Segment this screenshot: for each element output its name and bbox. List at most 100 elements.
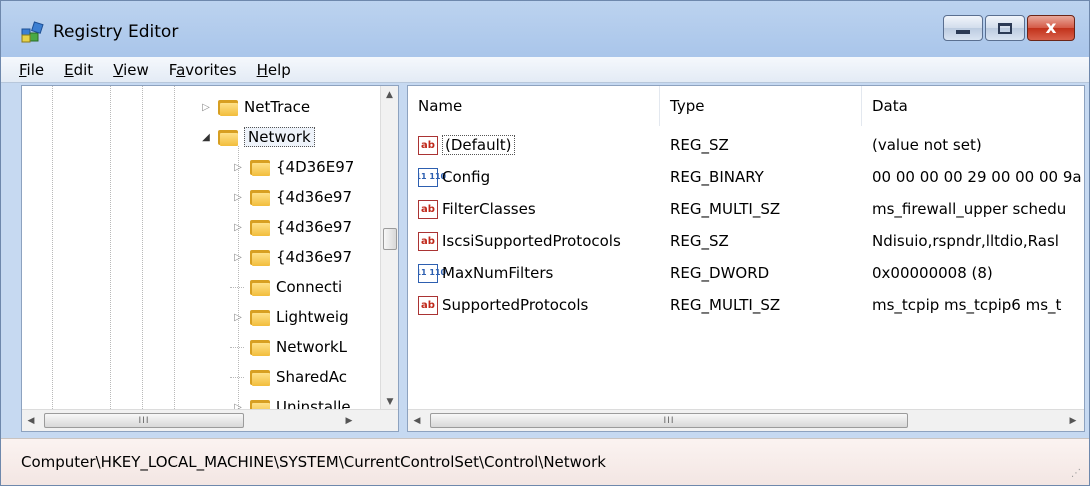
folder-icon bbox=[250, 248, 270, 266]
window-title: Registry Editor bbox=[53, 22, 179, 42]
registry-editor-app-icon bbox=[21, 21, 44, 43]
list-horizontal-scroll-thumb[interactable]: III bbox=[430, 413, 908, 428]
maximize-icon bbox=[986, 16, 1024, 40]
value-row[interactable]: ab IscsiSupportedProtocols REG_SZ Ndisuio,r… bbox=[408, 226, 1068, 256]
value-row[interactable]: ab (Default) REG_SZ (value not set) bbox=[408, 130, 1068, 160]
value-name-cell[interactable]: 011 110MaxNumFilters bbox=[418, 258, 660, 288]
column-header-type[interactable]: Type bbox=[660, 86, 862, 126]
scroll-up-icon[interactable]: ▲ bbox=[381, 86, 398, 104]
maximize-button[interactable] bbox=[985, 15, 1025, 41]
minimize-button[interactable] bbox=[943, 15, 983, 41]
list-horizontal-scrollbar[interactable]: ◀ III ▶ bbox=[408, 409, 1084, 431]
menu-edit[interactable]: Edit bbox=[64, 61, 93, 79]
value-name: FilterClasses bbox=[442, 200, 536, 218]
scroll-left-icon[interactable]: ◀ bbox=[408, 410, 426, 431]
tree-connector bbox=[230, 377, 244, 378]
value-name: SupportedProtocols bbox=[442, 296, 589, 314]
folder-icon bbox=[250, 278, 270, 296]
column-header-data[interactable]: Data bbox=[862, 86, 1084, 126]
tree-item-label: Lightweig bbox=[276, 308, 349, 326]
tree-guide-line bbox=[174, 86, 175, 409]
status-bar: Computer\HKEY_LOCAL_MACHINE\SYSTEM\Curre… bbox=[1, 438, 1089, 485]
minimize-icon bbox=[944, 16, 982, 40]
value-type-cell: REG_SZ bbox=[670, 136, 729, 154]
value-row[interactable]: 011 110MaxNumFilters REG_DWORD 0x00000008 … bbox=[408, 258, 1068, 288]
values-list-pane[interactable]: Name Type Data ab (Default) REG_SZ (value n… bbox=[407, 85, 1085, 432]
menu-file[interactable]: File bbox=[19, 61, 44, 79]
value-row[interactable]: ab SupportedProtocols REG_MULTI_SZ ms_tcpip… bbox=[408, 290, 1068, 320]
value-name-cell[interactable]: ab (Default) bbox=[418, 130, 660, 160]
tree-vertical-scroll-thumb[interactable] bbox=[383, 228, 397, 250]
binary-value-icon: 011 110 bbox=[418, 263, 446, 283]
tree-item[interactable]: ▷ {4d36e97 bbox=[232, 182, 352, 212]
tree-item[interactable]: ◢ Network bbox=[200, 122, 315, 152]
menu-help[interactable]: Help bbox=[257, 61, 291, 79]
tree-item[interactable]: SharedAc bbox=[230, 362, 348, 392]
value-row[interactable]: ab FilterClasses REG_MULTI_SZ ms_firewall_u… bbox=[408, 194, 1068, 224]
resize-grip-icon[interactable]: ⋰ bbox=[1071, 468, 1081, 479]
expand-icon[interactable]: ▷ bbox=[232, 162, 244, 173]
status-path: Computer\HKEY_LOCAL_MACHINE\SYSTEM\Curre… bbox=[21, 453, 606, 471]
scroll-right-icon[interactable]: ▶ bbox=[340, 410, 358, 431]
folder-icon bbox=[250, 188, 270, 206]
value-data-cell: 0x00000008 (8) bbox=[872, 264, 993, 282]
value-name-cell[interactable]: ab SupportedProtocols bbox=[418, 290, 660, 320]
tree-item-label: {4d36e97 bbox=[276, 218, 353, 236]
expand-icon[interactable]: ▷ bbox=[232, 312, 244, 323]
tree-item-label: SharedAc bbox=[276, 368, 348, 386]
string-value-icon: ab bbox=[418, 135, 438, 155]
tree-item[interactable]: ▷ {4d36e97 bbox=[232, 242, 352, 272]
tree-item-label: NetworkL bbox=[276, 338, 347, 356]
expand-icon[interactable]: ▷ bbox=[232, 252, 244, 263]
collapse-icon[interactable]: ◢ bbox=[200, 132, 212, 143]
value-row[interactable]: 011 110Config REG_BINARY 00 00 00 00 29 00… bbox=[408, 162, 1082, 192]
menu-favorites[interactable]: Favorites bbox=[169, 61, 237, 79]
menu-bar: File Edit View Favorites Help bbox=[1, 57, 1089, 83]
value-data-cell: 00 00 00 00 29 00 00 00 9a bbox=[872, 168, 1082, 186]
tree-item-label: {4d36e97 bbox=[276, 188, 353, 206]
expand-icon[interactable]: ▷ bbox=[232, 192, 244, 203]
value-data-cell: Ndisuio,rspndr,lltdio,Rasl bbox=[872, 232, 1059, 250]
tree-guide-line bbox=[52, 86, 53, 409]
key-tree-pane[interactable]: ▷ NetTrace ◢ Network ▷ {4D36E97 ▷ {4d36e97 ▷ {4d3… bbox=[21, 85, 399, 432]
tree-item[interactable]: NetworkL bbox=[230, 332, 347, 362]
tree-guide-line bbox=[142, 86, 143, 409]
scroll-left-icon[interactable]: ◀ bbox=[22, 410, 40, 431]
value-name-cell[interactable]: 011 110Config bbox=[418, 162, 660, 192]
tree-vertical-scrollbar[interactable]: ▲ ▼ bbox=[380, 86, 398, 411]
value-type-cell: REG_DWORD bbox=[670, 264, 770, 282]
tree-item[interactable]: Connecti bbox=[230, 272, 342, 302]
value-name-cell[interactable]: ab IscsiSupportedProtocols bbox=[418, 226, 660, 256]
string-value-icon: ab bbox=[418, 295, 438, 315]
tree-item-label: {4D36E97 bbox=[276, 158, 355, 176]
value-name: Config bbox=[442, 168, 491, 186]
tree-connector bbox=[230, 347, 244, 348]
value-data-cell: ms_tcpip ms_tcpip6 ms_t bbox=[872, 296, 1062, 314]
title-bar[interactable]: Registry Editor x bbox=[1, 1, 1089, 57]
tree-connector bbox=[230, 287, 244, 288]
tree-item[interactable]: ▷ NetTrace bbox=[200, 92, 310, 122]
value-data-cell: ms_firewall_upper schedu bbox=[872, 200, 1067, 218]
scroll-right-icon[interactable]: ▶ bbox=[1064, 410, 1082, 431]
tree-horizontal-scrollbar[interactable]: ◀ III ▶ bbox=[22, 409, 398, 431]
expand-icon[interactable]: ▷ bbox=[200, 102, 212, 113]
tree-item[interactable]: ▷ Lightweig bbox=[232, 302, 349, 332]
folder-icon bbox=[218, 128, 238, 146]
binary-value-icon: 011 110 bbox=[418, 167, 446, 187]
folder-icon bbox=[250, 338, 270, 356]
value-data-cell: (value not set) bbox=[872, 136, 982, 154]
value-type-cell: REG_SZ bbox=[670, 232, 729, 250]
tree-horizontal-scroll-thumb[interactable]: III bbox=[44, 413, 244, 428]
column-header-name[interactable]: Name bbox=[408, 86, 660, 126]
folder-icon bbox=[218, 98, 238, 116]
close-button[interactable]: x bbox=[1027, 15, 1075, 41]
value-name-cell[interactable]: ab FilterClasses bbox=[418, 194, 660, 224]
value-type-cell: REG_BINARY bbox=[670, 168, 764, 186]
value-name: IscsiSupportedProtocols bbox=[442, 232, 621, 250]
tree-item[interactable]: ▷ {4D36E97 bbox=[232, 152, 354, 182]
expand-icon[interactable]: ▷ bbox=[232, 222, 244, 233]
menu-view[interactable]: View bbox=[113, 61, 149, 79]
tree-item[interactable]: ▷ {4d36e97 bbox=[232, 212, 352, 242]
value-name: MaxNumFilters bbox=[442, 264, 554, 282]
close-icon: x bbox=[1045, 18, 1057, 38]
